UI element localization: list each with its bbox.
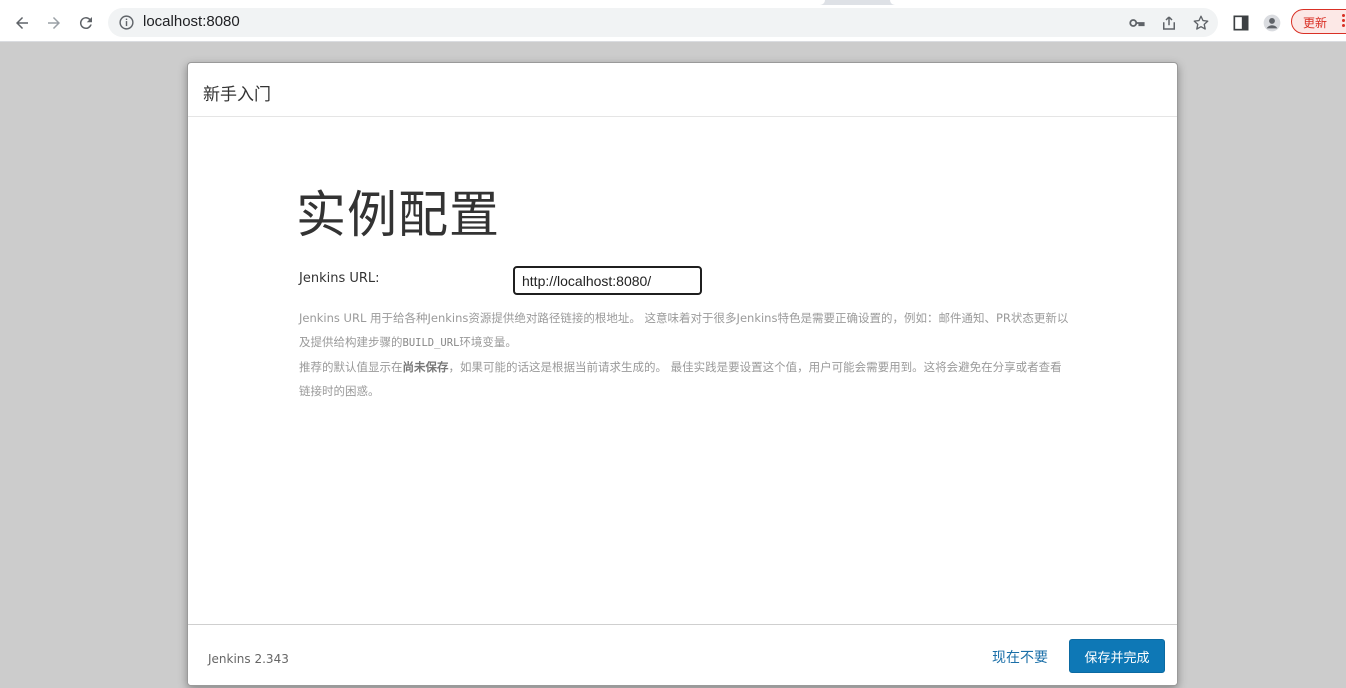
more-vert-icon bbox=[1342, 14, 1346, 30]
arrow-right-icon bbox=[48, 17, 60, 29]
share-icon[interactable] bbox=[1160, 14, 1178, 32]
reload-button[interactable] bbox=[73, 10, 99, 36]
info-icon[interactable] bbox=[118, 14, 135, 31]
help-paragraph-1: Jenkins URL 用于给各种Jenkins资源提供绝对路径链接的根地址。 … bbox=[299, 306, 1069, 355]
help-text-part: 环境变量。 bbox=[459, 335, 517, 349]
jenkins-url-input[interactable] bbox=[513, 266, 702, 295]
dialog-header: 新手入门 bbox=[188, 63, 1177, 117]
save-and-finish-button[interactable]: 保存并完成 bbox=[1069, 639, 1165, 673]
setup-wizard-dialog: 新手入门 实例配置 Jenkins URL: Jenkins URL 用于给各种… bbox=[187, 62, 1178, 686]
address-url[interactable]: localhost:8080 bbox=[143, 13, 240, 30]
help-text-part: 推荐的默认值显示在 bbox=[299, 360, 403, 374]
jenkins-url-label: Jenkins URL: bbox=[299, 271, 380, 286]
profile-avatar-icon[interactable] bbox=[1262, 13, 1282, 33]
dialog-footer: Jenkins 2.343 现在不要 保存并完成 bbox=[188, 624, 1177, 685]
address-bar[interactable]: localhost:8080 bbox=[108, 8, 1218, 37]
not-saved-emphasis: 尚未保存 bbox=[402, 360, 449, 374]
dialog-title: 新手入门 bbox=[203, 85, 271, 105]
forward-button[interactable] bbox=[41, 10, 67, 36]
help-paragraph-2: 推荐的默认值显示在尚未保存，如果可能的话这是根据当前请求生成的。 最佳实践是要设… bbox=[299, 355, 1069, 403]
reload-icon bbox=[79, 17, 92, 30]
star-icon[interactable] bbox=[1192, 14, 1210, 32]
update-button[interactable]: 更新 bbox=[1291, 9, 1346, 34]
back-button[interactable] bbox=[9, 10, 35, 36]
help-text: Jenkins URL 用于给各种Jenkins资源提供绝对路径链接的根地址。 … bbox=[299, 306, 1069, 403]
page-heading: 实例配置 bbox=[296, 186, 500, 244]
arrow-left-icon bbox=[16, 17, 28, 29]
jenkins-version: Jenkins 2.343 bbox=[208, 652, 289, 666]
skip-button[interactable]: 现在不要 bbox=[992, 647, 1048, 667]
browser-toolbar: localhost:8080 更新 bbox=[0, 5, 1346, 42]
key-icon[interactable] bbox=[1128, 14, 1146, 32]
side-panel-icon[interactable] bbox=[1231, 13, 1251, 33]
update-label: 更新 bbox=[1303, 16, 1328, 30]
build-url-code: BUILD_URL bbox=[402, 337, 460, 349]
